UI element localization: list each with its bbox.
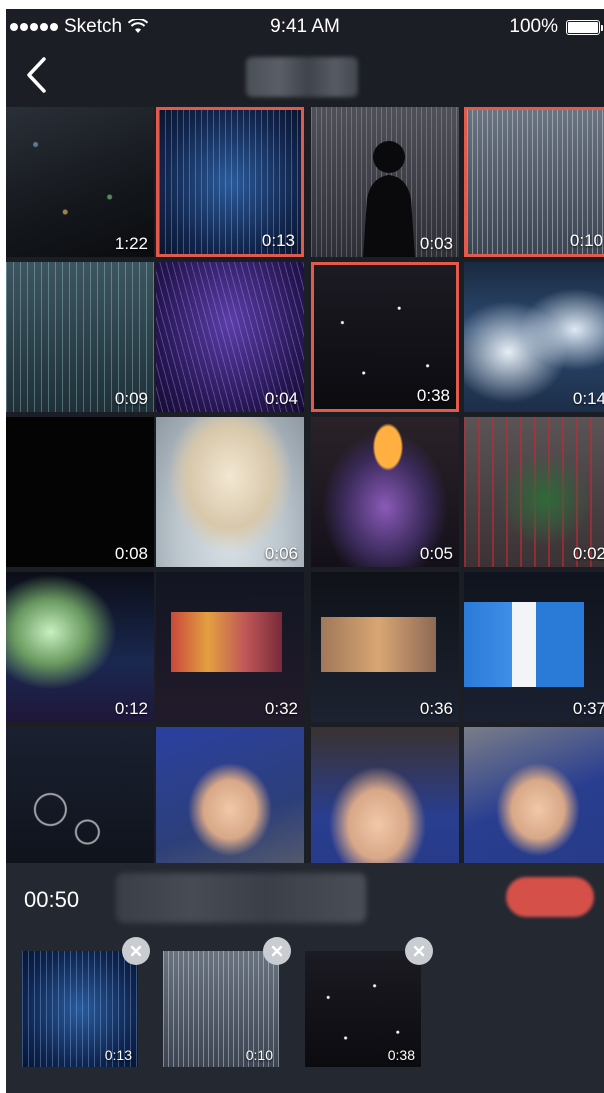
- video-tile[interactable]: 0:05: [311, 417, 459, 567]
- video-tile[interactable]: 0:36: [311, 572, 459, 722]
- video-duration: 0:13: [261, 231, 295, 250]
- video-duration: 0:06: [264, 544, 298, 563]
- selected-clip[interactable]: 0:38: [305, 937, 433, 1067]
- remove-clip-button[interactable]: [263, 937, 291, 965]
- video-tile[interactable]: 0:37: [464, 572, 604, 722]
- video-tile[interactable]: 0:03: [311, 107, 459, 257]
- back-button[interactable]: [20, 55, 54, 95]
- close-icon: [271, 945, 283, 957]
- selected-clip[interactable]: 0:10: [163, 937, 291, 1067]
- selected-clip-duration: 0:10: [245, 1047, 273, 1063]
- video-tile[interactable]: 0:32: [156, 572, 304, 722]
- close-icon: [130, 945, 142, 957]
- page-title-blurred: [246, 57, 358, 97]
- video-duration: 0:02: [572, 544, 604, 563]
- video-duration: 0:14: [572, 389, 604, 408]
- close-icon: [413, 945, 425, 957]
- selection-info-blurred: [116, 873, 366, 923]
- status-right: 100%: [509, 16, 603, 38]
- video-tile[interactable]: [6, 727, 154, 863]
- video-tile[interactable]: 0:06: [156, 417, 304, 567]
- video-tile[interactable]: 0:12: [6, 572, 154, 722]
- total-duration: 00:50: [24, 887, 80, 912]
- selected-clip-duration: 0:13: [104, 1047, 132, 1063]
- video-tile[interactable]: 1:22: [6, 107, 154, 257]
- video-tile[interactable]: 0:14: [464, 262, 604, 412]
- video-duration: 0:05: [419, 544, 453, 563]
- selected-clip[interactable]: 0:13: [22, 937, 150, 1067]
- status-bar: Sketch 9:41 AM 100%: [6, 9, 604, 45]
- video-tile[interactable]: 0:04: [156, 262, 304, 412]
- video-duration: 0:36: [419, 699, 453, 718]
- battery-percent: 100%: [509, 16, 558, 37]
- selected-clip-duration: 0:38: [387, 1047, 415, 1063]
- video-duration: 0:10: [569, 231, 603, 250]
- battery-icon: [566, 19, 603, 35]
- video-picker-screen: Sketch 9:41 AM 100% 1:22 0:13 0:03 0:10 …: [6, 9, 604, 1093]
- video-duration: 0:08: [114, 544, 148, 563]
- remove-clip-button[interactable]: [405, 937, 433, 965]
- navigation-bar: [6, 45, 604, 107]
- video-grid: 1:22 0:13 0:03 0:10 0:09 0:04 0:38 0:14 …: [6, 107, 604, 863]
- confirm-button[interactable]: [506, 877, 594, 917]
- video-duration: 0:09: [114, 389, 148, 408]
- video-duration: 0:37: [572, 699, 604, 718]
- remove-clip-button[interactable]: [122, 937, 150, 965]
- video-tile-selected[interactable]: 0:13: [156, 107, 304, 257]
- video-duration: 0:38: [416, 386, 450, 405]
- video-tile-selected[interactable]: 0:38: [311, 262, 459, 412]
- video-tile[interactable]: 0:08: [6, 417, 154, 567]
- video-tile[interactable]: 0:09: [6, 262, 154, 412]
- video-tile-selected[interactable]: 0:10: [464, 107, 604, 257]
- video-tile[interactable]: [464, 727, 604, 863]
- video-tile[interactable]: [311, 727, 459, 863]
- selection-panel: 00:50 0:13 0:10 0:38: [6, 863, 604, 1093]
- video-tile[interactable]: [156, 727, 304, 863]
- chevron-left-icon: [27, 57, 46, 93]
- video-duration: 0:04: [264, 389, 298, 408]
- video-duration: 0:03: [419, 234, 453, 253]
- video-tile[interactable]: 0:02: [464, 417, 604, 567]
- video-duration: 0:12: [114, 699, 148, 718]
- video-duration: 1:22: [114, 234, 148, 253]
- video-duration: 0:32: [264, 699, 298, 718]
